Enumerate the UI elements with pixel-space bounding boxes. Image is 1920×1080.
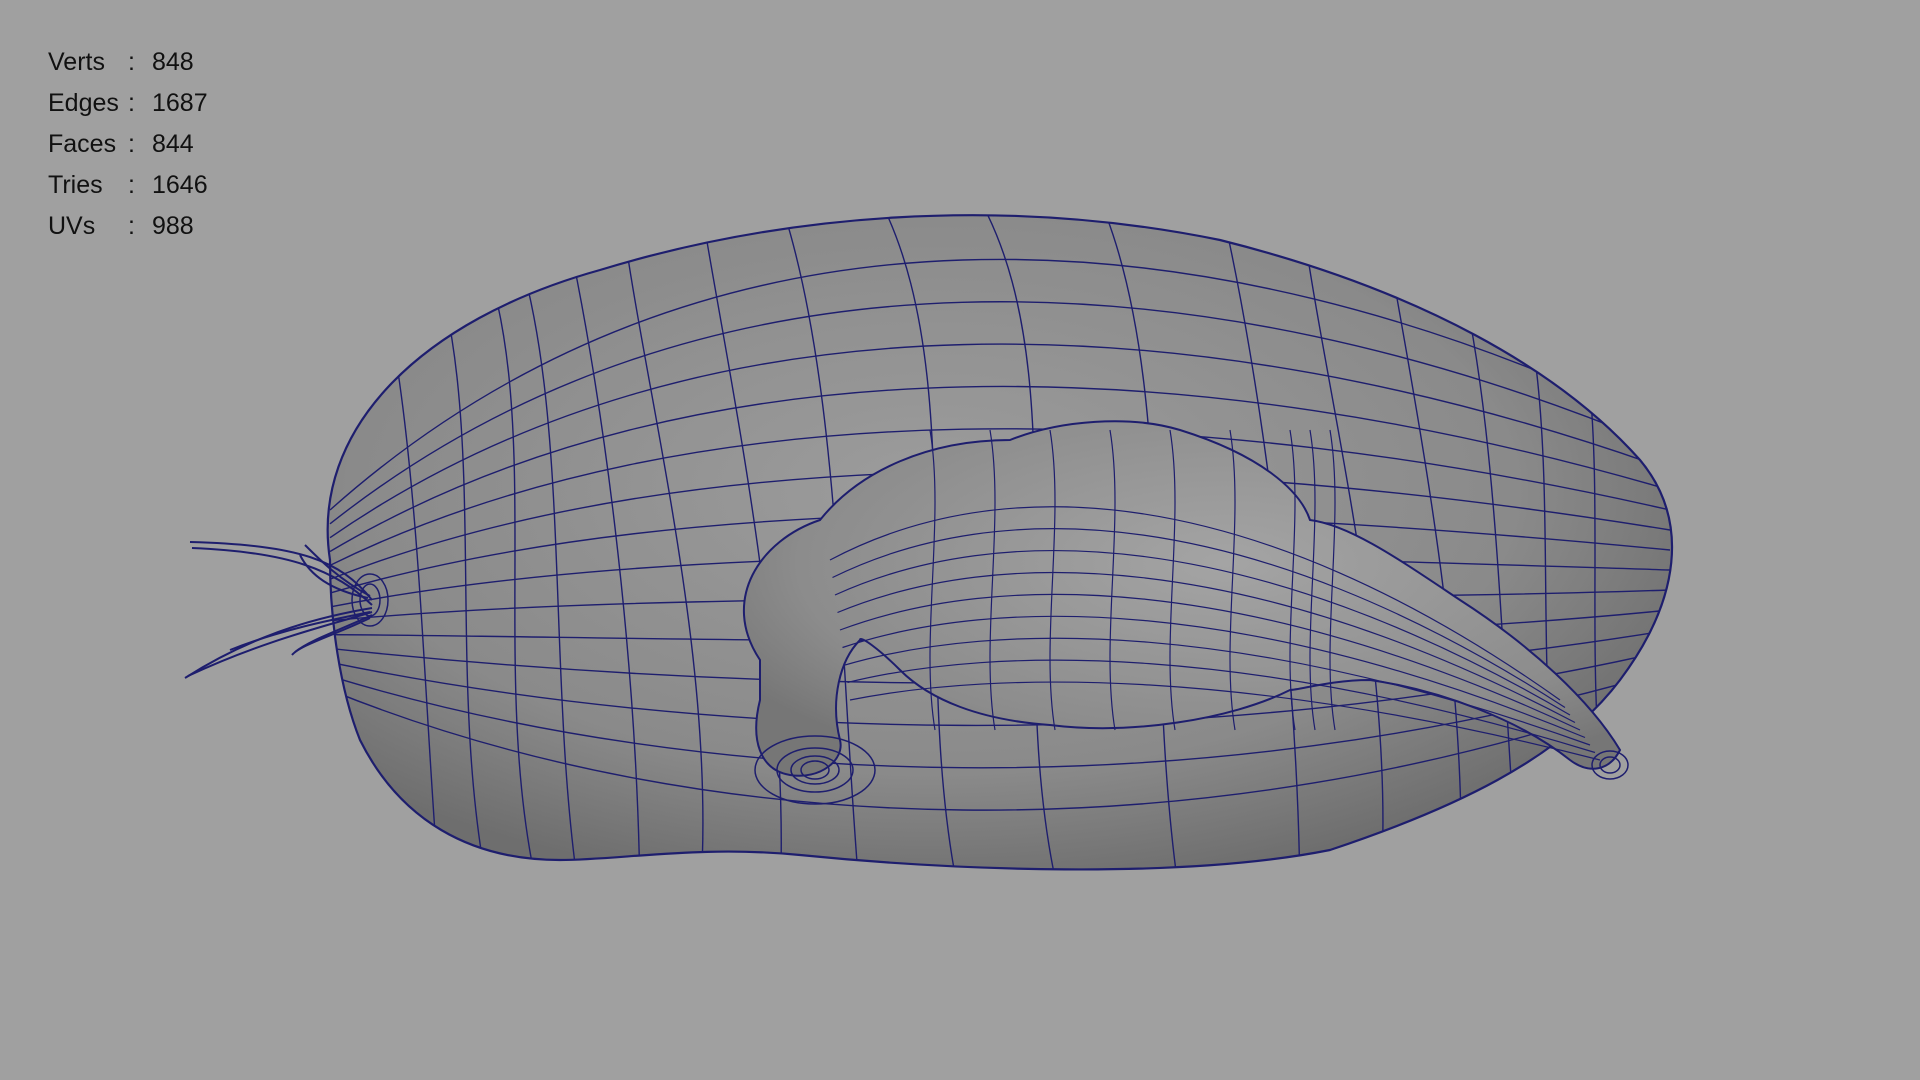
3d-viewport[interactable]: Verts : 848 Edges : 1687 Faces : 844 Tri… [0,0,1920,1080]
wireframe-model[interactable] [0,0,1920,1080]
